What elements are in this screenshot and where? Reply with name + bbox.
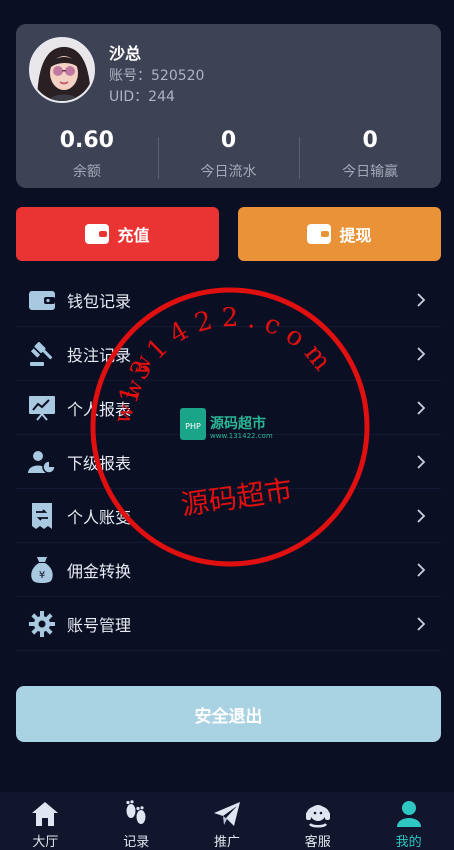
wallet-icon: [85, 224, 110, 244]
recharge-button[interactable]: 充值: [16, 207, 219, 261]
tab-records[interactable]: 记录: [91, 792, 182, 850]
chevron-right-icon: [417, 509, 426, 523]
tab-lobby[interactable]: 大厅: [0, 792, 91, 850]
uid-value: 244: [148, 89, 175, 105]
stat-value: 0: [220, 128, 237, 153]
menu-item-subordinate-report[interactable]: 下级报表: [16, 435, 441, 489]
uid-label: UID：: [109, 89, 149, 105]
chevron-right-icon: [417, 347, 426, 361]
chevron-right-icon: [417, 455, 426, 469]
menu-label: 个人账变: [67, 507, 132, 527]
recharge-label: 充值: [117, 226, 150, 245]
stats-row: 0.60 余额 0 今日流水 0 今日输赢: [16, 127, 441, 185]
footprints-icon: [121, 800, 151, 828]
headset-icon: [303, 800, 333, 828]
gear-icon: [28, 610, 56, 638]
uid-line: UID：244: [109, 86, 175, 106]
account-line: 账号：520520: [109, 65, 204, 85]
account-label: 账号：: [109, 68, 151, 84]
stat-value: 0.60: [59, 128, 114, 153]
tab-promotion[interactable]: 推广: [182, 792, 273, 850]
stat-value: 0: [362, 128, 378, 153]
menu-item-bet-records[interactable]: 投注记录: [16, 327, 441, 381]
tab-label: 记录: [123, 835, 150, 850]
tab-label: 大厅: [32, 835, 59, 850]
menu-item-commission-convert[interactable]: ¥ 佣金转换: [16, 543, 441, 597]
logout-button[interactable]: 安全退出: [16, 686, 441, 742]
tab-customer-service[interactable]: 客服: [272, 792, 363, 850]
menu-label: 佣金转换: [67, 561, 132, 581]
stat-balance: 0.60 余额: [16, 127, 158, 185]
menu-item-account-management[interactable]: 账号管理: [16, 597, 441, 651]
withdraw-label: 提现: [339, 226, 372, 245]
bottom-tab-bar: 大厅 记录 推广 客服 我的: [0, 792, 454, 850]
tab-label: 推广: [213, 835, 240, 850]
menu-item-wallet-records[interactable]: 钱包记录: [16, 273, 441, 327]
paper-plane-icon: [212, 800, 242, 828]
user-name: 沙总: [109, 44, 142, 63]
account-value: 520520: [151, 68, 205, 84]
wallet-icon: [28, 286, 56, 314]
chevron-right-icon: [417, 563, 426, 577]
person-icon: [394, 800, 424, 828]
menu-item-personal-report[interactable]: 个人报表: [16, 381, 441, 435]
svg-text:¥: ¥: [39, 570, 45, 581]
avatar[interactable]: [29, 37, 95, 103]
chevron-right-icon: [417, 617, 426, 631]
stat-today-turnover: 0 今日流水: [157, 127, 300, 185]
menu-label: 下级报表: [67, 453, 132, 473]
money-bag-icon: ¥: [28, 556, 56, 584]
menu-label: 钱包记录: [67, 291, 132, 311]
stat-label: 余额: [72, 164, 101, 180]
chart-board-icon: [28, 394, 56, 422]
stat-label: 今日流水: [200, 164, 257, 180]
profile-card: 沙总 账号：520520 UID：244 0.60 余额 0 今日流水 0 今日…: [16, 24, 441, 188]
menu-label: 账号管理: [67, 615, 132, 635]
tab-label: 我的: [395, 835, 422, 850]
home-icon: [30, 800, 60, 828]
receipt-icon: [28, 502, 56, 530]
tab-label: 客服: [304, 835, 331, 850]
wallet-icon: [307, 224, 332, 244]
withdraw-button[interactable]: 提现: [238, 207, 441, 261]
gavel-icon: [28, 340, 56, 368]
menu-item-account-changes[interactable]: 个人账变: [16, 489, 441, 543]
menu-list: 钱包记录 投注记录 个人报表 下级报表 个人账变 ¥ 佣金转换 账号管理: [16, 273, 441, 651]
user-pie-icon: [28, 448, 56, 476]
chevron-right-icon: [417, 401, 426, 415]
menu-label: 个人报表: [67, 399, 132, 419]
menu-label: 投注记录: [67, 345, 132, 365]
tab-mine[interactable]: 我的: [363, 792, 454, 850]
chevron-right-icon: [417, 293, 426, 307]
stat-label: 今日输赢: [342, 164, 399, 180]
stat-today-winloss: 0 今日输赢: [299, 127, 441, 185]
